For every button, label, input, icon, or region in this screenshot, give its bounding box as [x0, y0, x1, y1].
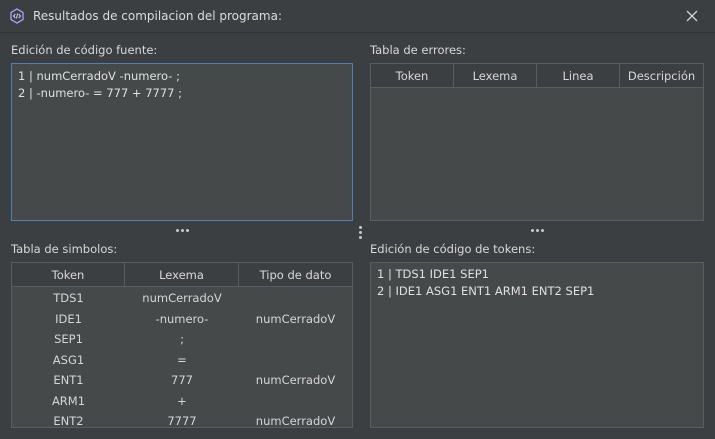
vertical-split-handle[interactable]: [358, 226, 364, 242]
symbol-table-header: Token Lexema Tipo de dato: [12, 263, 352, 287]
cell-token: ENT1: [53, 373, 84, 387]
cell-lexema: numCerradoV: [142, 291, 222, 305]
close-icon[interactable]: [683, 7, 701, 25]
column-header-descripcion[interactable]: Descripción: [620, 64, 703, 88]
cell-lexema: =: [177, 352, 187, 367]
table-row[interactable]: IDE1 -numero- numCerradoV: [12, 309, 352, 330]
cell-token: ARM1: [51, 393, 86, 408]
source-line: 2 | -numero- = 777 + 7777 ;: [18, 86, 183, 100]
cell-tipo: [239, 350, 352, 371]
token-editor-label: Edición de código de tokens:: [370, 242, 536, 256]
cell-lexema: ;: [180, 332, 184, 346]
table-row[interactable]: ASG1 =: [12, 350, 352, 371]
error-table-header: Token Lexema Linea Descripción: [371, 64, 703, 88]
cell-token: SEP1: [54, 332, 83, 346]
horizontal-split-handle-right[interactable]: [531, 229, 547, 233]
source-code-editor[interactable]: 1 | numCerradoV -numero- ; 2 | -numero- …: [11, 63, 353, 221]
cell-lexema: -numero-: [155, 311, 209, 326]
cell-tipo: [239, 329, 352, 350]
symbol-table-label: Tabla de simbolos:: [11, 242, 118, 256]
cell-token: ENT2: [53, 414, 84, 428]
cell-lexema: 777: [171, 373, 193, 387]
symbol-table[interactable]: Token Lexema Tipo de dato TDS1 numCerrad…: [11, 262, 353, 428]
token-line: 2 | IDE1 ASG1 ENT1 ARM1 ENT2 SEP1: [377, 284, 595, 298]
column-header-token[interactable]: Token: [371, 64, 454, 88]
cell-lexema: +: [177, 393, 187, 408]
horizontal-split-handle-left[interactable]: [176, 229, 192, 233]
column-header-tipo-de-dato[interactable]: Tipo de dato: [239, 263, 352, 287]
token-code-editor[interactable]: 1 | TDS1 IDE1 SEP1 2 | IDE1 ASG1 ENT1 AR…: [370, 262, 704, 428]
symbol-table-body: TDS1 numCerradoV IDE1 -numero- numCerrad…: [12, 288, 352, 432]
source-line: 1 | numCerradoV -numero- ;: [18, 69, 180, 83]
cell-lexema: 7777: [167, 414, 197, 428]
token-line: 1 | TDS1 IDE1 SEP1: [377, 267, 489, 281]
title-bar: Resultados de compilacion del programa:: [0, 0, 715, 33]
table-row[interactable]: TDS1 numCerradoV: [12, 288, 352, 309]
table-row[interactable]: ARM1 +: [12, 391, 352, 412]
table-row[interactable]: ENT1 777 numCerradoV: [12, 370, 352, 391]
column-header-token[interactable]: Token: [12, 263, 125, 287]
error-table-label: Tabla de errores:: [370, 43, 466, 57]
column-header-linea[interactable]: Linea: [537, 64, 620, 88]
code-brackets-icon: [10, 8, 24, 24]
error-table[interactable]: Token Lexema Linea Descripción: [370, 63, 704, 221]
cell-tipo: [239, 288, 352, 309]
cell-token: IDE1: [55, 311, 82, 326]
source-editor-label: Edición de código fuente:: [11, 43, 158, 57]
cell-tipo: [239, 391, 352, 412]
column-header-lexema[interactable]: Lexema: [454, 64, 537, 88]
cell-token: ASG1: [52, 352, 85, 367]
table-row[interactable]: ENT2 7777 numCerradoV: [12, 411, 352, 432]
cell-token: TDS1: [53, 291, 84, 305]
cell-tipo: numCerradoV: [255, 311, 336, 326]
column-header-lexema[interactable]: Lexema: [125, 263, 239, 287]
cell-tipo: numCerradoV: [255, 414, 336, 428]
table-row[interactable]: SEP1 ;: [12, 329, 352, 350]
cell-tipo: numCerradoV: [255, 373, 336, 387]
window-title: Resultados de compilacion del programa:: [33, 9, 282, 23]
